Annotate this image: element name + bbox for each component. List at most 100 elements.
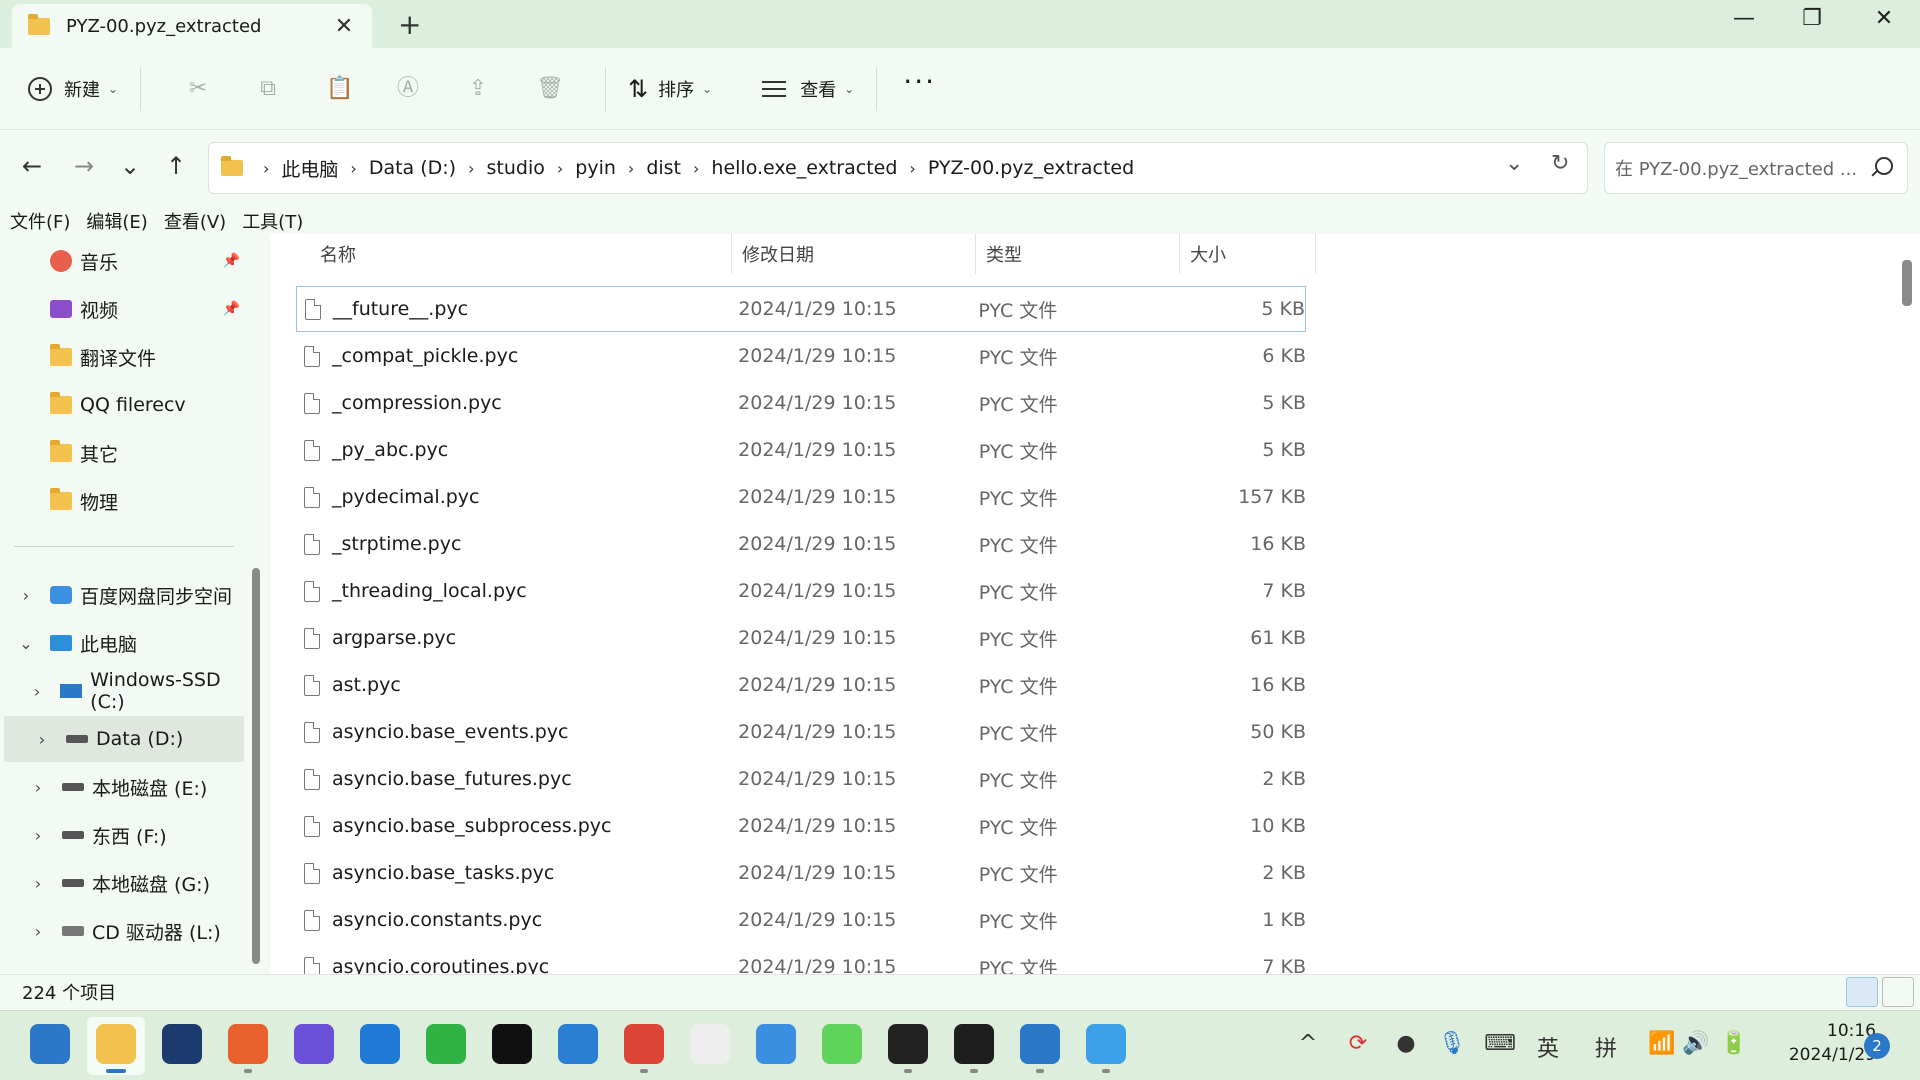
table-row[interactable]: _strptime.pyc 2024/1/29 10:15 PYC 文件 16 KB	[296, 521, 1306, 567]
breadcrumb-separator[interactable]: ›	[350, 159, 356, 178]
ime-language-indicator[interactable]: 英	[1530, 1031, 1566, 1063]
tab-close-icon[interactable]: ✕	[332, 14, 356, 39]
details-view-button[interactable]	[1846, 977, 1878, 1007]
minimize-button[interactable]: —	[1724, 6, 1764, 31]
chrome-icon[interactable]	[624, 1024, 664, 1064]
python-file-icon[interactable]	[690, 1024, 730, 1064]
table-row[interactable]: _compat_pickle.pyc 2024/1/29 10:15 PYC 文件 6…	[296, 333, 1306, 379]
forward-button[interactable]: →	[68, 152, 100, 180]
windows-start-icon[interactable]	[30, 1024, 70, 1064]
view-button[interactable]: 查看 ⌄	[762, 76, 854, 102]
dictionary-icon[interactable]	[558, 1024, 598, 1064]
breadcrumb-separator[interactable]: ›	[557, 159, 563, 178]
copy-icon[interactable]: ⧉	[256, 76, 280, 101]
recent-locations-button[interactable]: ⌄	[114, 152, 146, 180]
pin-icon[interactable]: 📌	[223, 301, 240, 317]
sidebar-item-drive-g[interactable]: › 本地磁盘 (G:)	[0, 860, 250, 906]
search-input[interactable]: 在 PYZ-00.pyz_extracted ...	[1604, 142, 1908, 194]
chevron-down-icon[interactable]: ⌄	[12, 634, 40, 653]
network-app-icon[interactable]	[756, 1024, 796, 1064]
clock[interactable]: 10:16 2024/1/29	[1766, 1019, 1876, 1067]
back-button[interactable]: ←	[16, 152, 48, 180]
sidebar-item-drive-e[interactable]: › 本地磁盘 (E:)	[0, 764, 250, 810]
breadcrumb-separator[interactable]: ›	[693, 159, 699, 178]
battery-icon[interactable]: 🔋	[1716, 1031, 1752, 1056]
share-icon[interactable]: ⇪	[466, 76, 490, 101]
column-header-type[interactable]: 类型	[976, 234, 1180, 274]
up-button[interactable]: ↑	[160, 152, 192, 180]
ime-mode-indicator[interactable]: 拼	[1588, 1031, 1624, 1063]
chevron-right-icon[interactable]: ›	[24, 682, 50, 701]
breadcrumb-hello-exe-extracted[interactable]: hello.exe_extracted	[711, 157, 897, 179]
dev-cpp-icon[interactable]	[162, 1024, 202, 1064]
wifi-icon[interactable]: 📶	[1644, 1031, 1680, 1056]
menu-file[interactable]: 文件(F)	[10, 208, 70, 234]
column-header-size[interactable]: 大小	[1180, 234, 1316, 274]
menu-edit[interactable]: 编辑(E)	[86, 208, 147, 234]
window-tab[interactable]: PYZ-00.pyz_extracted ✕	[12, 4, 372, 48]
table-row[interactable]: _compression.pyc 2024/1/29 10:15 PYC 文件 5 K…	[296, 380, 1306, 426]
terminal-icon[interactable]	[954, 1024, 994, 1064]
table-row[interactable]: asyncio.coroutines.pyc 2024/1/29 10:15 PYC…	[296, 944, 1306, 974]
table-row[interactable]: argparse.pyc 2024/1/29 10:15 PYC 文件 61 KB	[296, 615, 1306, 661]
restore-button[interactable]: ❐	[1792, 6, 1832, 31]
breadcrumb-separator[interactable]: ›	[909, 159, 915, 178]
breadcrumb-studio[interactable]: studio	[487, 157, 545, 179]
qq-icon[interactable]	[492, 1024, 532, 1064]
sidebar-item-drive-d[interactable]: › Data (D:)	[4, 716, 244, 762]
breadcrumb-separator[interactable]: ›	[468, 159, 474, 178]
chevron-right-icon[interactable]: ›	[24, 874, 52, 893]
breadcrumb-this-pc[interactable]: 此电脑	[281, 155, 338, 182]
firefox-icon[interactable]	[228, 1024, 268, 1064]
sidebar-scrollbar[interactable]	[252, 568, 260, 964]
new-button[interactable]: 新建 ⌄	[28, 76, 118, 102]
table-row[interactable]: asyncio.constants.pyc 2024/1/29 10:15 PYC …	[296, 897, 1306, 943]
sidebar-item-baidu-sync[interactable]: › 百度网盘同步空间	[0, 572, 250, 618]
sync-icon[interactable]: ⟳	[1340, 1031, 1376, 1056]
control-panel-icon[interactable]	[1086, 1024, 1126, 1064]
rename-icon[interactable]: Ⓐ	[396, 76, 420, 101]
close-button[interactable]: ✕	[1864, 6, 1904, 31]
qq-tray-icon[interactable]: ●	[1388, 1031, 1424, 1056]
paste-icon[interactable]: 📋	[326, 76, 353, 101]
keyboard-icon[interactable]: ⌨	[1482, 1031, 1518, 1056]
thunderbird-icon[interactable]	[360, 1024, 400, 1064]
chevron-right-icon[interactable]: ›	[12, 586, 40, 605]
sidebar-item-drive-l[interactable]: › CD 驱动器 (L:)	[0, 908, 250, 954]
chevron-right-icon[interactable]: ›	[24, 922, 52, 941]
show-hidden-icons-button[interactable]: ^	[1290, 1031, 1326, 1056]
sidebar-item-drive-f[interactable]: › 东西 (F:)	[0, 812, 250, 858]
refresh-icon[interactable]: ↻	[1551, 151, 1569, 176]
table-row[interactable]: _threading_local.pyc 2024/1/29 10:15 PYC 文…	[296, 568, 1306, 614]
table-row[interactable]: __future__.pyc 2024/1/29 10:15 PYC 文件 5 KB	[296, 286, 1306, 332]
file-list-scrollbar[interactable]	[1902, 260, 1912, 306]
firefox-nightly-icon[interactable]	[294, 1024, 334, 1064]
breadcrumb-pyz-extracted[interactable]: PYZ-00.pyz_extracted	[928, 157, 1134, 179]
chevron-right-icon[interactable]: ›	[24, 826, 52, 845]
notepad-icon[interactable]	[1020, 1024, 1060, 1064]
table-row[interactable]: ast.pyc 2024/1/29 10:15 PYC 文件 16 KB	[296, 662, 1306, 708]
delete-icon[interactable]: 🗑	[536, 76, 564, 101]
breadcrumb-pyin[interactable]: pyin	[575, 157, 616, 179]
sidebar-item-qq-filerecv[interactable]: QQ filerecv	[0, 382, 250, 428]
breadcrumb-separator[interactable]: ›	[628, 159, 634, 178]
volume-icon[interactable]: 🔊	[1678, 1031, 1714, 1056]
breadcrumb-data-d[interactable]: Data (D:)	[369, 157, 456, 179]
table-row[interactable]: _py_abc.pyc 2024/1/29 10:15 PYC 文件 5 KB	[296, 427, 1306, 473]
address-dropdown-icon[interactable]: ⌄	[1505, 151, 1523, 176]
more-options-icon[interactable]: ···	[903, 67, 936, 101]
github-icon[interactable]	[888, 1024, 928, 1064]
microphone-icon[interactable]: 🎙	[1434, 1031, 1470, 1056]
pycharm-icon[interactable]	[822, 1024, 862, 1064]
chevron-right-icon[interactable]: ›	[28, 730, 56, 749]
tiles-view-button[interactable]	[1882, 977, 1914, 1007]
sidebar-item-music[interactable]: 音乐 📌	[0, 238, 250, 284]
table-row[interactable]: asyncio.base_subprocess.pyc 2024/1/29 10:…	[296, 803, 1306, 849]
cut-icon[interactable]: ✂	[186, 76, 210, 101]
sidebar-item-translation[interactable]: 翻译文件	[0, 334, 250, 380]
table-row[interactable]: asyncio.base_futures.pyc 2024/1/29 10:15 P…	[296, 756, 1306, 802]
menu-view[interactable]: 查看(V)	[164, 208, 226, 234]
chevron-right-icon[interactable]: ›	[24, 778, 52, 797]
pin-icon[interactable]: 📌	[223, 253, 240, 269]
address-bar[interactable]: › 此电脑 › Data (D:) › studio › pyin › dist…	[208, 142, 1588, 194]
